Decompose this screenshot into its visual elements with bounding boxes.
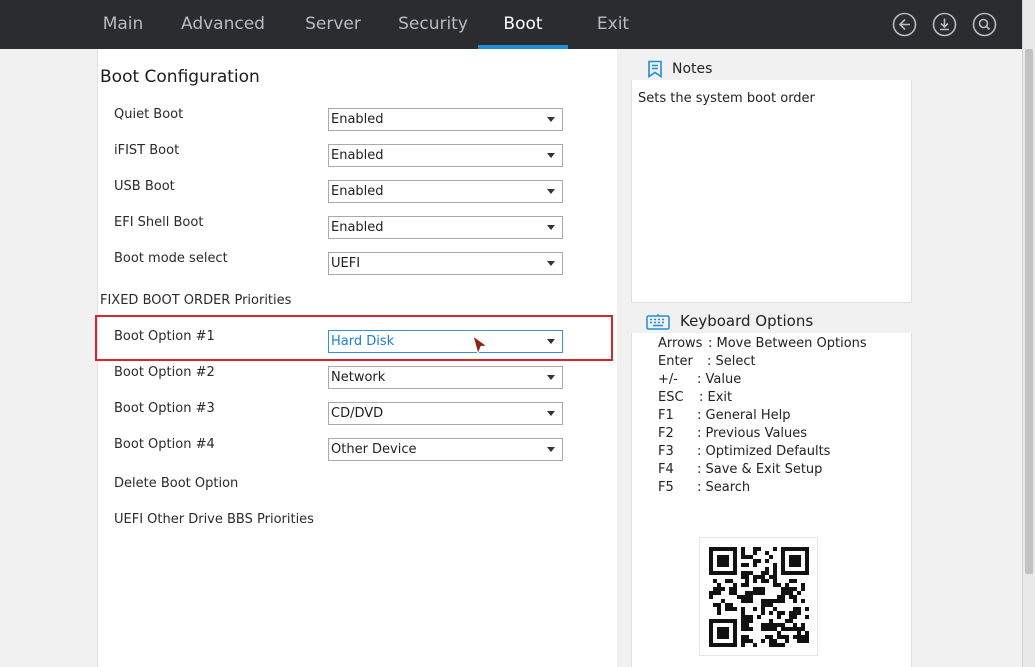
caret-down-icon (547, 117, 555, 122)
uefi-other-drive-bbs-link[interactable]: UEFI Other Drive BBS Priorities (114, 512, 314, 527)
boot-mode-select[interactable]: UEFI (328, 252, 563, 275)
kb-key-f4: F4 (658, 462, 674, 477)
kb-desc-arrows: : Move Between Options (708, 336, 867, 351)
kb-key-f2: F2 (658, 426, 674, 441)
kb-key-f3: F3 (658, 444, 674, 459)
back-icon[interactable] (892, 12, 917, 37)
keyboard-options-title: Keyboard Options (680, 312, 814, 330)
kb-desc-f4: : Save & Exit Setup (697, 462, 823, 477)
kb-key-plus-minus: +/- (658, 372, 678, 387)
efi-shell-boot-select[interactable]: Enabled (328, 216, 563, 239)
caret-down-icon (547, 375, 555, 380)
caret-down-icon (547, 153, 555, 158)
kb-desc-esc: : Exit (699, 390, 733, 405)
boot-option-4-select[interactable]: Other Device (328, 438, 563, 461)
kb-key-esc: ESC (658, 390, 684, 405)
dropdown-value: CD/DVD (331, 406, 384, 421)
setting-label-usb-boot: USB Boot (114, 179, 175, 194)
notes-text: Sets the system boot order (638, 91, 815, 106)
keyboard-icon (646, 313, 670, 331)
kb-desc-f3: : Optimized Defaults (697, 444, 831, 459)
kb-desc-plus-minus: : Value (697, 372, 742, 387)
delete-boot-option-link[interactable]: Delete Boot Option (114, 476, 238, 491)
setting-label-boot-option-4: Boot Option #4 (114, 437, 215, 452)
save-download-icon[interactable] (932, 12, 957, 37)
tab-main[interactable]: Main (91, 0, 155, 49)
setting-label-efi-shell-boot: EFI Shell Boot (114, 215, 204, 230)
tab-boot[interactable]: Boot (478, 0, 568, 49)
kb-desc-f5: : Search (697, 480, 751, 495)
setting-label-boot-mode-select: Boot mode select (114, 251, 228, 266)
setting-label-ifist-boot: iFIST Boot (114, 143, 180, 158)
bookmark-icon (647, 60, 663, 78)
kb-desc-f1: : General Help (697, 408, 791, 423)
dropdown-value: Other Device (331, 442, 417, 457)
boot-option-2-select[interactable]: Network (328, 366, 563, 389)
search-icon[interactable] (972, 12, 997, 37)
boot-priorities-heading: FIXED BOOT ORDER Priorities (100, 293, 292, 308)
boot-option-3-select[interactable]: CD/DVD (328, 402, 563, 425)
dropdown-value: Network (331, 370, 386, 385)
dropdown-value: UEFI (331, 256, 361, 271)
kb-desc-f2: : Previous Values (697, 426, 808, 441)
caret-down-icon (547, 411, 555, 416)
usb-boot-select[interactable]: Enabled (328, 180, 563, 203)
kb-desc-enter: : Select (707, 354, 756, 369)
quiet-boot-select[interactable]: Enabled (328, 108, 563, 131)
highlight-box (95, 315, 613, 361)
mouse-cursor-icon (470, 334, 490, 356)
dropdown-value: Enabled (331, 184, 384, 199)
dropdown-value: Enabled (331, 220, 384, 235)
caret-down-icon (547, 261, 555, 266)
vertical-scrollbar[interactable] (1022, 0, 1035, 667)
setting-label-boot-option-2: Boot Option #2 (114, 365, 215, 380)
dropdown-value: Enabled (331, 148, 384, 163)
kb-key-f5: F5 (658, 480, 674, 495)
kb-key-arrows: Arrows (658, 336, 703, 351)
kb-key-f1: F1 (658, 408, 674, 423)
dropdown-value: Enabled (331, 112, 384, 127)
caret-down-icon (547, 189, 555, 194)
tab-advanced[interactable]: Advanced (175, 0, 271, 49)
caret-down-icon (547, 447, 555, 452)
tab-exit[interactable]: Exit (588, 0, 638, 49)
notes-title: Notes (672, 61, 713, 77)
ifist-boot-select[interactable]: Enabled (328, 144, 563, 167)
scrollbar-thumb[interactable] (1025, 49, 1033, 574)
top-nav-bar: Main Advanced Server Security Boot Exit (0, 0, 1022, 49)
caret-down-icon (547, 225, 555, 230)
tab-security[interactable]: Security (392, 0, 474, 49)
setting-label-boot-option-3: Boot Option #3 (114, 401, 215, 416)
qr-code-icon (699, 537, 818, 656)
page-title: Boot Configuration (100, 67, 260, 87)
kb-key-enter: Enter (658, 354, 693, 369)
tab-server[interactable]: Server (297, 0, 369, 49)
setting-label-quiet-boot: Quiet Boot (114, 107, 184, 122)
